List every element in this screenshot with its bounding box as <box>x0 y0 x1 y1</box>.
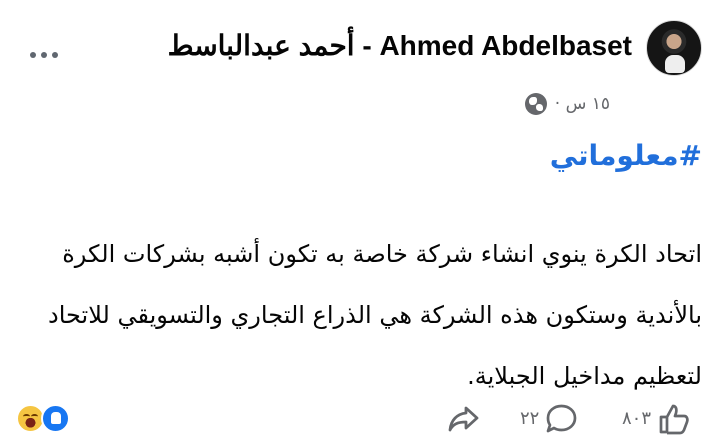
comment-count: ٢٢ <box>520 408 540 429</box>
more-options-icon[interactable] <box>30 48 66 62</box>
thumbs-up-icon <box>659 404 689 435</box>
share-arrow-icon <box>448 406 479 432</box>
like-icon <box>41 404 70 433</box>
comment-icon <box>546 404 577 433</box>
author-avatar[interactable] <box>646 20 702 76</box>
post-timestamp[interactable]: ١٥ س · <box>555 94 610 114</box>
facebook-post: Ahmed Abdelbaset - أحمد عبدالباسط ١٥ س ·… <box>0 0 720 448</box>
reaction-summary[interactable] <box>16 404 74 433</box>
share-button[interactable] <box>447 399 481 439</box>
post-header: Ahmed Abdelbaset - أحمد عبدالباسط ١٥ س · <box>12 18 702 115</box>
post-body: اتحاد الكرة ينوي انشاء شركة خاصة به تكون… <box>48 240 702 390</box>
globe-icon[interactable] <box>524 93 547 115</box>
like-button[interactable]: ٨٠٣ <box>622 399 690 439</box>
post-meta: ١٥ س · <box>524 93 610 115</box>
hashtag-link[interactable]: #معلوماتي <box>550 138 702 174</box>
like-count: ٨٠٣ <box>622 408 652 429</box>
comment-button[interactable]: ٢٢ <box>520 399 579 439</box>
author-name[interactable]: Ahmed Abdelbaset - أحمد عبدالباسط <box>168 29 632 63</box>
